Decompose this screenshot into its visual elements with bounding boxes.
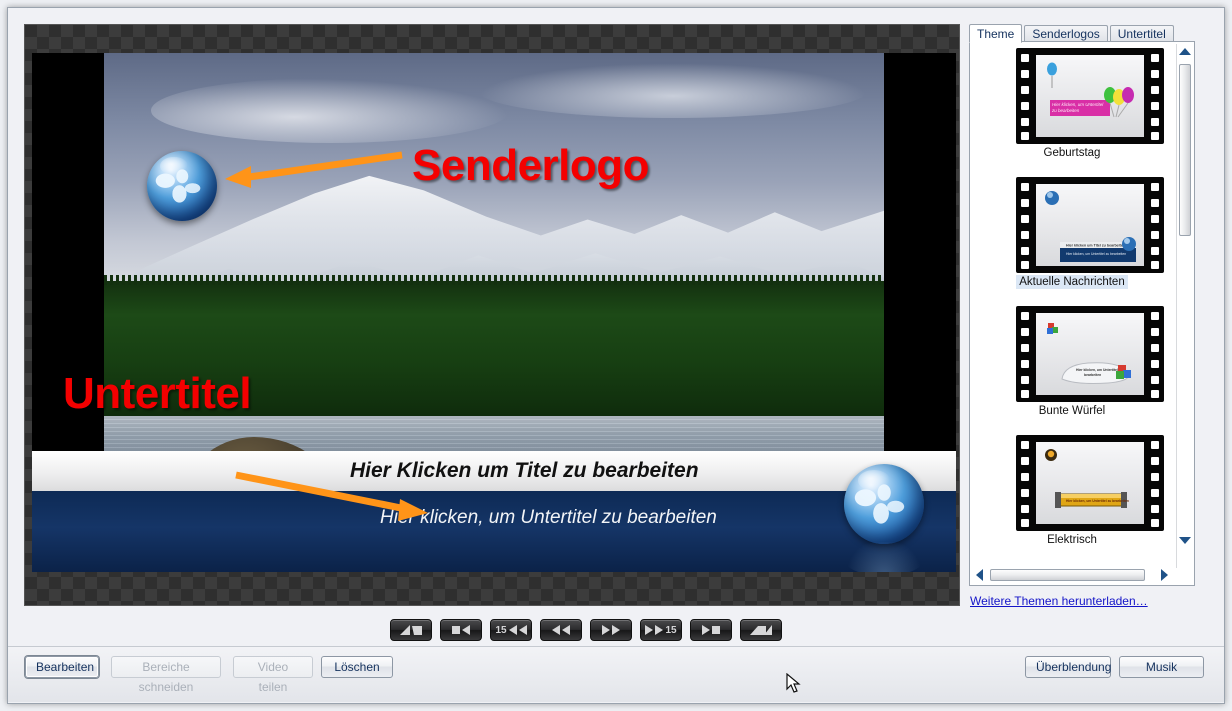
theme-thumbnail: Hier klicken, um Untertitel zu bearbeite…	[1036, 313, 1144, 395]
filmstrip-frame: Hier klicken, um Untertitel zu bearbeite…	[1016, 48, 1164, 144]
music-button[interactable]: Musik	[1119, 656, 1204, 678]
cloud-left	[150, 77, 510, 143]
delete-button[interactable]: Löschen	[321, 656, 393, 678]
filmstrip-frame: Hier klicken, um Untertitel zu bearbeite…	[1016, 435, 1164, 531]
theme-caption[interactable]: Aktuelle Nachrichten	[972, 275, 1172, 289]
svg-text:zu bearbeiten: zu bearbeiten	[1051, 108, 1080, 113]
theme-label: Elektrisch	[1047, 534, 1097, 546]
scroll-up-icon[interactable]	[1179, 48, 1191, 55]
previous-icon	[462, 625, 470, 635]
video-stage[interactable]: Hier Klicken um Titel zu bearbeiten Hier…	[32, 53, 956, 572]
svg-text:Hier klicken, um Untertitel: Hier klicken, um Untertitel	[1052, 102, 1104, 107]
scroll-left-icon[interactable]	[976, 569, 983, 581]
previous-frame-button[interactable]	[440, 619, 482, 641]
vertical-scroll-thumb[interactable]	[1179, 64, 1191, 236]
cubes-icon: Hier klicken, um Untertitel zu bearbeite…	[1047, 323, 1131, 384]
balloon-icon: Hier klicken, um Untertitel zu bearbeite…	[1047, 62, 1134, 118]
annotation-untertitel: Untertitel	[63, 369, 252, 418]
split-video-button: Video teilen	[233, 656, 313, 694]
theme-label: Geburtstag	[1043, 147, 1101, 159]
theme-item-elektrisch[interactable]: Hier klicken, um Untertitel zu bearbeite…	[972, 431, 1172, 560]
stop-icon	[452, 626, 460, 634]
rewind-icon	[508, 625, 517, 635]
theme-thumbnail: Hier klicken, um Untertitel zu bearbeite…	[1036, 442, 1144, 524]
subtitle-overlay-band[interactable]: Hier klicken, um Untertitel zu bearbeite…	[32, 491, 956, 572]
svg-text:bearbeiten: bearbeiten	[1084, 373, 1101, 377]
scroll-down-icon[interactable]	[1179, 537, 1191, 544]
forward-icon	[645, 625, 654, 635]
theme-item-aktuelle-nachrichten[interactable]: Hier klicken um Titel zu bearbeiten Hier…	[972, 173, 1172, 302]
rewind-icon	[518, 625, 527, 635]
globe-icon[interactable]	[147, 151, 217, 221]
transition-button[interactable]: Überblendung	[1025, 656, 1111, 678]
theme-panel: Theme Senderlogos Untertitel Hier klicke…	[969, 24, 1195, 587]
tab-untertitel[interactable]: Untertitel	[1109, 25, 1174, 42]
theme-caption[interactable]: Elektrisch	[972, 534, 1172, 546]
globe-icon: Hier klicken um Titel zu bearbeiten Hier…	[1045, 191, 1136, 262]
theme-list[interactable]: Hier klicken, um Untertitel zu bearbeite…	[972, 44, 1172, 568]
theme-thumbnail: Hier klicken um Titel zu bearbeiten Hier…	[1036, 184, 1144, 266]
mouse-cursor	[786, 673, 801, 693]
svg-text:Hier klicken, um Untertitel zu: Hier klicken, um Untertitel zu	[1076, 368, 1123, 372]
rewind-button[interactable]	[540, 619, 582, 641]
forward-15-label: 15	[665, 624, 677, 636]
theme-item-geburtstag[interactable]: Hier klicken, um Untertitel zu bearbeite…	[972, 44, 1172, 173]
theme-list-horizontal-scrollbar[interactable]	[972, 567, 1172, 583]
scroll-right-icon[interactable]	[1161, 569, 1168, 581]
title-overlay-band[interactable]: Hier Klicken um Titel zu bearbeiten	[32, 451, 956, 491]
mark-out-icon	[750, 625, 772, 635]
rewind-icon	[562, 625, 570, 635]
svg-text:Hier klicken, um Untertitel zu: Hier klicken, um Untertitel zu bearbeite…	[1066, 499, 1129, 503]
svg-text:Hier klicken, um Untertitel zu: Hier klicken, um Untertitel zu bearbeite…	[1066, 252, 1126, 256]
playback-controls: 15 15	[390, 619, 782, 641]
back-15-button[interactable]: 15	[490, 619, 532, 641]
theme-list-box: Hier klicken, um Untertitel zu bearbeite…	[969, 41, 1195, 586]
theme-item-bunte-wuerfel[interactable]: Hier klicken, um Untertitel zu bearbeite…	[972, 302, 1172, 431]
filmstrip-frame: Hier klicken um Titel zu bearbeiten Hier…	[1016, 177, 1164, 273]
bottom-toolbar: Bearbeiten Bereiche schneiden Video teil…	[8, 646, 1224, 702]
back-15-label: 15	[495, 624, 507, 636]
filmstrip-frame: Hier klicken, um Untertitel zu bearbeite…	[1016, 306, 1164, 402]
theme-list-vertical-scrollbar[interactable]	[1176, 44, 1192, 568]
globe-icon[interactable]	[844, 464, 924, 544]
download-more-themes-link[interactable]: Weitere Themen herunterladen…	[970, 594, 1148, 608]
rewind-icon	[552, 625, 560, 635]
forward-button[interactable]	[590, 619, 632, 641]
annotation-arrow-untertitel	[235, 471, 428, 521]
mark-out-button[interactable]	[740, 619, 782, 641]
edit-button[interactable]: Bearbeiten	[25, 656, 99, 678]
forward-icon	[602, 625, 610, 635]
next-frame-button[interactable]	[690, 619, 732, 641]
theme-label: Aktuelle Nachrichten	[1016, 275, 1128, 289]
trim-ranges-button: Bereiche schneiden	[111, 656, 221, 694]
tab-senderlogos[interactable]: Senderlogos	[1024, 25, 1108, 42]
theme-caption[interactable]: Geburtstag	[972, 147, 1172, 159]
theme-thumbnail: Hier klicken, um Untertitel zu bearbeite…	[1036, 55, 1144, 137]
cloud-right	[478, 62, 869, 118]
theme-tabs: Theme Senderlogos Untertitel	[969, 24, 1176, 43]
play-icon	[702, 625, 710, 635]
annotation-senderlogo: Senderlogo	[412, 141, 650, 190]
forward-icon	[612, 625, 620, 635]
mark-in-icon	[400, 625, 422, 635]
tab-theme[interactable]: Theme	[969, 24, 1023, 43]
theme-label: Bunte Würfel	[1038, 405, 1106, 417]
video-preview-pane[interactable]: Hier Klicken um Titel zu bearbeiten Hier…	[24, 24, 960, 606]
forward-15-button[interactable]: 15	[640, 619, 682, 641]
forward-icon	[655, 625, 664, 635]
svg-text:Hier klicken um Titel zu bearb: Hier klicken um Titel zu bearbeiten	[1066, 244, 1125, 248]
mark-in-button[interactable]	[390, 619, 432, 641]
application-window: Hier Klicken um Titel zu bearbeiten Hier…	[0, 0, 1232, 711]
stop-icon	[712, 626, 720, 634]
bulb-icon: Hier klicken, um Untertitel zu bearbeite…	[1045, 449, 1129, 508]
horizontal-scroll-thumb[interactable]	[990, 569, 1145, 581]
globe-reflection	[844, 542, 924, 572]
annotation-arrow-senderlogo	[225, 151, 403, 188]
theme-caption[interactable]: Bunte Würfel	[972, 405, 1172, 417]
